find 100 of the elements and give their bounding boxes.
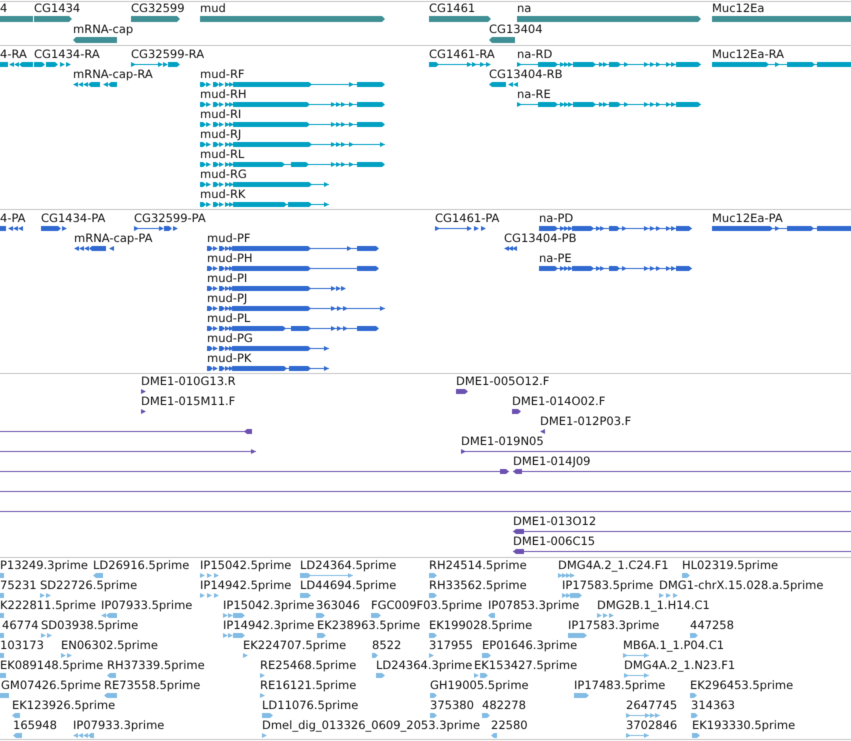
- transcript-drawing[interactable]: [517, 102, 701, 107]
- transcript-drawing[interactable]: [712, 62, 851, 67]
- protein-drawing[interactable]: [539, 226, 692, 231]
- clone-drawing[interactable]: [513, 469, 851, 474]
- est-drawing[interactable]: [316, 613, 325, 618]
- est-drawing[interactable]: [430, 713, 437, 718]
- protein-drawing[interactable]: [504, 246, 517, 251]
- gene-bar[interactable]: [429, 16, 491, 22]
- gene-bar[interactable]: [489, 37, 515, 43]
- clone-drawing[interactable]: [141, 389, 146, 394]
- clone-drawing[interactable]: [461, 449, 851, 454]
- est-drawing[interactable]: [371, 613, 381, 618]
- est-drawing[interactable]: [200, 593, 219, 598]
- gene-bar[interactable]: [131, 16, 180, 22]
- est-drawing[interactable]: [659, 593, 678, 598]
- protein-drawing[interactable]: [712, 226, 851, 231]
- est-drawing[interactable]: [624, 673, 649, 678]
- clone-drawing[interactable]: [540, 429, 545, 434]
- clone-drawing[interactable]: [0, 509, 851, 514]
- est-drawing[interactable]: [690, 633, 698, 638]
- transcript-drawing[interactable]: [200, 102, 385, 107]
- est-drawing[interactable]: [40, 593, 51, 598]
- est-drawing[interactable]: [482, 653, 491, 658]
- protein-drawing[interactable]: [207, 306, 385, 311]
- transcript-drawing[interactable]: [73, 82, 117, 87]
- est-drawing[interactable]: [429, 573, 437, 578]
- transcript-drawing[interactable]: [200, 82, 385, 87]
- clone-drawing[interactable]: [513, 529, 851, 534]
- clone-drawing[interactable]: [512, 409, 521, 414]
- transcript-drawing[interactable]: [200, 142, 385, 147]
- est-drawing[interactable]: [376, 673, 385, 678]
- est-drawing[interactable]: [597, 613, 614, 618]
- protein-drawing[interactable]: [435, 226, 486, 231]
- clone-drawing[interactable]: [141, 409, 146, 414]
- est-drawing[interactable]: [429, 633, 437, 638]
- est-drawing[interactable]: [626, 713, 660, 718]
- est-drawing[interactable]: [104, 693, 117, 698]
- est-drawing[interactable]: [300, 593, 311, 598]
- transcript-drawing[interactable]: [200, 122, 385, 127]
- clone-drawing[interactable]: [0, 449, 256, 454]
- transcript-drawing[interactable]: [200, 202, 329, 207]
- protein-drawing[interactable]: [207, 286, 346, 291]
- est-drawing[interactable]: [300, 573, 353, 578]
- est-drawing[interactable]: [558, 573, 575, 578]
- transcript-drawing[interactable]: [489, 82, 518, 87]
- est-drawing[interactable]: [691, 713, 698, 718]
- est-drawing[interactable]: [243, 653, 248, 658]
- est-drawing[interactable]: [429, 653, 434, 658]
- est-drawing[interactable]: [260, 693, 265, 698]
- transcript-drawing[interactable]: [131, 62, 180, 67]
- est-drawing[interactable]: [101, 613, 117, 618]
- est-drawing[interactable]: [61, 653, 72, 658]
- est-drawing[interactable]: [562, 593, 582, 598]
- protein-drawing[interactable]: [0, 226, 23, 231]
- clone-drawing[interactable]: [0, 489, 851, 494]
- est-drawing[interactable]: [262, 733, 267, 738]
- est-drawing[interactable]: [491, 733, 497, 738]
- protein-drawing[interactable]: [207, 326, 379, 331]
- gene-bar[interactable]: [34, 16, 72, 22]
- protein-drawing[interactable]: [74, 246, 114, 251]
- protein-drawing[interactable]: [207, 366, 329, 371]
- est-drawing[interactable]: [626, 733, 649, 738]
- est-drawing[interactable]: [682, 573, 690, 578]
- est-drawing[interactable]: [574, 693, 589, 698]
- clone-drawing[interactable]: [513, 549, 851, 554]
- est-drawing[interactable]: [317, 633, 326, 638]
- transcript-drawing[interactable]: [34, 62, 71, 67]
- protein-drawing[interactable]: [539, 266, 692, 271]
- est-drawing[interactable]: [107, 673, 116, 678]
- transcript-drawing[interactable]: [200, 182, 329, 187]
- est-drawing[interactable]: [692, 733, 700, 738]
- est-drawing[interactable]: [482, 713, 490, 718]
- gene-bar[interactable]: [73, 37, 117, 43]
- transcript-drawing[interactable]: [200, 162, 385, 167]
- est-drawing[interactable]: [262, 713, 273, 718]
- transcript-drawing[interactable]: [429, 62, 491, 67]
- est-drawing[interactable]: [568, 633, 587, 638]
- protein-drawing[interactable]: [41, 226, 67, 231]
- protein-drawing[interactable]: [207, 346, 329, 351]
- est-drawing[interactable]: [200, 573, 219, 578]
- est-drawing[interactable]: [623, 653, 649, 658]
- clone-drawing[interactable]: [0, 429, 252, 434]
- est-drawing[interactable]: [41, 633, 52, 638]
- est-drawing[interactable]: [488, 613, 495, 618]
- transcript-drawing[interactable]: [0, 62, 33, 67]
- clone-drawing[interactable]: [456, 389, 468, 394]
- clone-drawing[interactable]: [0, 469, 509, 474]
- protein-drawing[interactable]: [134, 226, 178, 231]
- protein-drawing[interactable]: [207, 246, 379, 251]
- est-drawing[interactable]: [13, 733, 22, 738]
- est-drawing[interactable]: [93, 573, 103, 578]
- est-drawing[interactable]: [474, 673, 488, 678]
- est-drawing[interactable]: [223, 613, 245, 618]
- est-drawing[interactable]: [429, 593, 437, 598]
- est-drawing[interactable]: [690, 693, 697, 698]
- est-drawing[interactable]: [73, 733, 94, 738]
- transcript-drawing[interactable]: [517, 62, 701, 67]
- protein-drawing[interactable]: [207, 266, 379, 271]
- est-drawing[interactable]: [12, 713, 20, 718]
- est-drawing[interactable]: [430, 693, 437, 698]
